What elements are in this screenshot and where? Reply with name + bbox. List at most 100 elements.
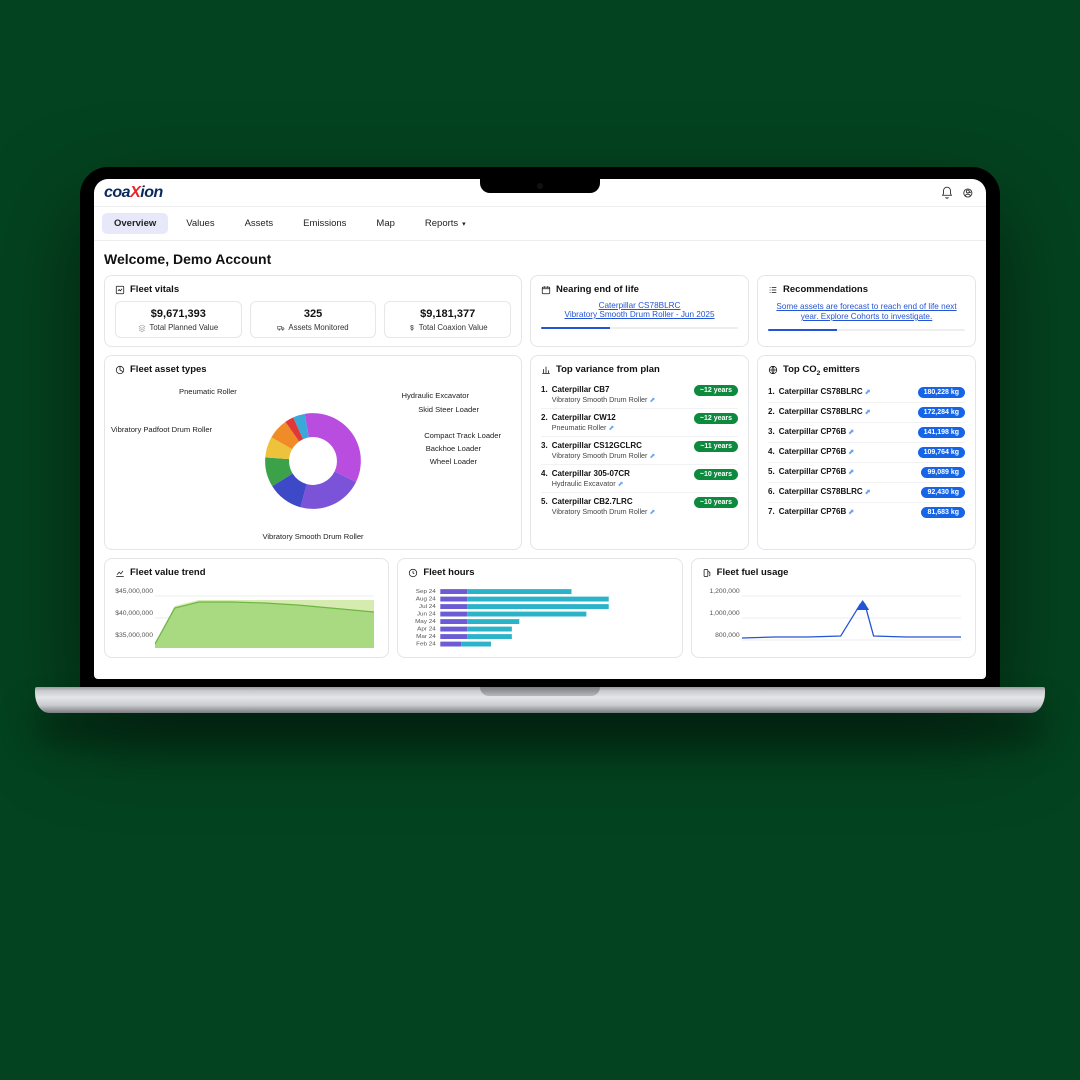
variance-badge: ~12 years: [694, 413, 738, 424]
row-name: Caterpillar CB2.7LRC: [552, 497, 633, 506]
recs-link[interactable]: Some assets are forecast to reach end of…: [776, 302, 956, 321]
tab-reports[interactable]: Reports▾: [413, 213, 478, 234]
external-link-icon: ⬈: [848, 449, 854, 456]
list-icon: [768, 285, 778, 295]
variance-badge: ~10 years: [694, 469, 738, 480]
tab-map[interactable]: Map: [364, 213, 406, 234]
row-index: 2.: [768, 407, 775, 416]
emitter-badge: 141,198 kg: [918, 427, 965, 438]
vital-label: Total Coaxion Value: [391, 323, 504, 332]
row-sub: Vibratory Smooth Drum Roller⬈: [552, 507, 656, 516]
row-index: 1.: [768, 387, 775, 396]
row-sub: Pneumatic Roller⬈: [552, 423, 616, 432]
row-index: 1.: [541, 385, 548, 404]
vitals-title: Fleet vitals: [130, 284, 179, 295]
trend-icon: [115, 568, 125, 578]
emitter-badge: 180,228 kg: [918, 387, 965, 398]
card-asset-types: Fleet asset types Pneumatic Roller Hydra…: [104, 355, 522, 550]
tab-emissions[interactable]: Emissions: [291, 213, 358, 234]
eol-title: Nearing end of life: [556, 284, 639, 295]
tab-overview[interactable]: Overview: [102, 213, 168, 234]
hours-month-label: Apr 24: [417, 627, 436, 633]
chevron-down-icon: ▾: [462, 221, 466, 228]
fuel-ytick: 1,000,000: [702, 610, 740, 617]
fuel-icon: [702, 568, 712, 578]
hours-month-label: Mar 24: [416, 634, 436, 640]
donut-label-wheel: Wheel Loader: [430, 457, 477, 466]
layers-icon: [138, 324, 146, 332]
main-nav: Overview Values AssetsEmissions Map Reports▾: [94, 207, 986, 241]
tab-values[interactable]: Values: [174, 213, 226, 234]
variance-title: Top variance from plan: [556, 364, 660, 375]
hours-month-label: Jun 24: [417, 612, 437, 618]
emitter-row[interactable]: 4. Caterpillar CP76B⬈ 109,764 kg: [768, 443, 965, 463]
variance-row[interactable]: 1. Caterpillar CB7 Vibratory Smooth Drum…: [541, 381, 738, 409]
brand-logo: coaXion: [104, 184, 163, 202]
donut-chart: Pneumatic Roller Hydraulic Excavator Ski…: [115, 381, 511, 541]
external-link-icon: ⬈: [608, 425, 614, 432]
external-link-icon: ⬈: [848, 429, 854, 436]
donut-label-skid: Skid Steer Loader: [418, 405, 479, 414]
variance-row[interactable]: 3. Caterpillar CS12GCLRC Vibratory Smoot…: [541, 437, 738, 465]
variance-row[interactable]: 4. Caterpillar 305-07CR Hydraulic Excava…: [541, 465, 738, 493]
row-index: 4.: [541, 469, 548, 488]
external-link-icon: ⬈: [618, 481, 624, 488]
emitter-row[interactable]: 5. Caterpillar CP76B⬈ 99,089 kg: [768, 463, 965, 483]
emitter-row[interactable]: 3. Caterpillar CP76B⬈ 141,198 kg: [768, 423, 965, 443]
external-link-icon: ⬈: [865, 389, 871, 396]
emitter-row[interactable]: 2. Caterpillar CS78BLRC⬈ 172,284 kg: [768, 403, 965, 423]
vital-label: Assets Monitored: [257, 323, 370, 332]
card-top-variance: Top variance from plan 1. Caterpillar CB…: [530, 355, 749, 550]
row-index: 2.: [541, 413, 548, 432]
row-name: Caterpillar CB7: [552, 385, 610, 394]
eol-link-detail[interactable]: Vibratory Smooth Drum Roller - Jun 2025: [541, 310, 738, 319]
eol-link-asset[interactable]: Caterpillar CS78BLRC: [541, 301, 738, 310]
external-link-icon: ⬈: [649, 453, 655, 460]
row-name: Caterpillar CS78BLRC⬈: [779, 487, 871, 496]
external-link-icon: ⬈: [649, 509, 655, 516]
hours-chart: Sep 24Aug 24Jul 24Jun 24May 24Apr 24Mar …: [408, 584, 671, 649]
row-name: Caterpillar CP76B⬈: [779, 467, 854, 476]
hours-title: Fleet hours: [423, 567, 474, 578]
trend-ytick: $45,000,000: [115, 588, 153, 595]
row-name: Caterpillar 305-07CR: [552, 469, 630, 478]
donut-label-backhoe: Backhoe Loader: [426, 444, 481, 453]
row-index: 3.: [768, 427, 775, 436]
bell-icon[interactable]: [940, 186, 954, 200]
eol-progress: [541, 327, 738, 329]
tab-assets[interactable]: Assets: [233, 213, 286, 234]
globe-icon: [768, 365, 778, 375]
emitter-badge: 172,284 kg: [918, 407, 965, 418]
variance-row[interactable]: 2. Caterpillar CW12 Pneumatic Roller⬈ ~1…: [541, 409, 738, 437]
row-index: 6.: [768, 487, 775, 496]
trend-ytick: $40,000,000: [115, 610, 153, 617]
emitter-row[interactable]: 7. Caterpillar CP76B⬈ 81,683 kg: [768, 503, 965, 522]
vital-value: 325: [257, 308, 370, 320]
emitter-row[interactable]: 1. Caterpillar CS78BLRC⬈ 180,228 kg: [768, 383, 965, 403]
row-sub: Hydraulic Excavator⬈: [552, 479, 630, 488]
trend-chart: $45,000,000 $40,000,000 $35,000,000: [115, 584, 378, 649]
donut-label-padfoot: Vibratory Padfoot Drum Roller: [111, 425, 212, 434]
card-top-emitters: Top CO2 emitters 1. Caterpillar CS78BLRC…: [757, 355, 976, 550]
row-name: Caterpillar CS78BLRC⬈: [779, 387, 871, 396]
variance-row[interactable]: 5. Caterpillar CB2.7LRC Vibratory Smooth…: [541, 493, 738, 520]
emitter-row[interactable]: 6. Caterpillar CS78BLRC⬈ 92,430 kg: [768, 483, 965, 503]
vital-tile: $9,671,393 Total Planned Value: [115, 301, 242, 338]
variance-badge: ~10 years: [694, 497, 738, 508]
row-name: Caterpillar CP76B⬈: [779, 447, 854, 456]
hours-month-label: Feb 24: [416, 642, 436, 648]
hours-month-label: Aug 24: [416, 597, 437, 603]
external-link-icon: ⬈: [649, 397, 655, 404]
external-link-icon: ⬈: [848, 469, 854, 476]
fuel-chart: 1,200,000 1,000,000 800,000: [702, 584, 965, 649]
donut-label-pneumatic: Pneumatic Roller: [179, 387, 237, 396]
fuel-ytick: 800,000: [702, 632, 740, 639]
row-index: 4.: [768, 447, 775, 456]
card-recommendations: Recommendations Some assets are forecast…: [757, 275, 976, 347]
emitters-title: Top CO2 emitters: [783, 364, 860, 377]
page-title: Welcome, Demo Account: [104, 251, 976, 267]
row-sub: Vibratory Smooth Drum Roller⬈: [552, 395, 656, 404]
trend-title: Fleet value trend: [130, 567, 206, 578]
user-menu-icon[interactable]: [962, 186, 976, 200]
pie-icon: [115, 365, 125, 375]
